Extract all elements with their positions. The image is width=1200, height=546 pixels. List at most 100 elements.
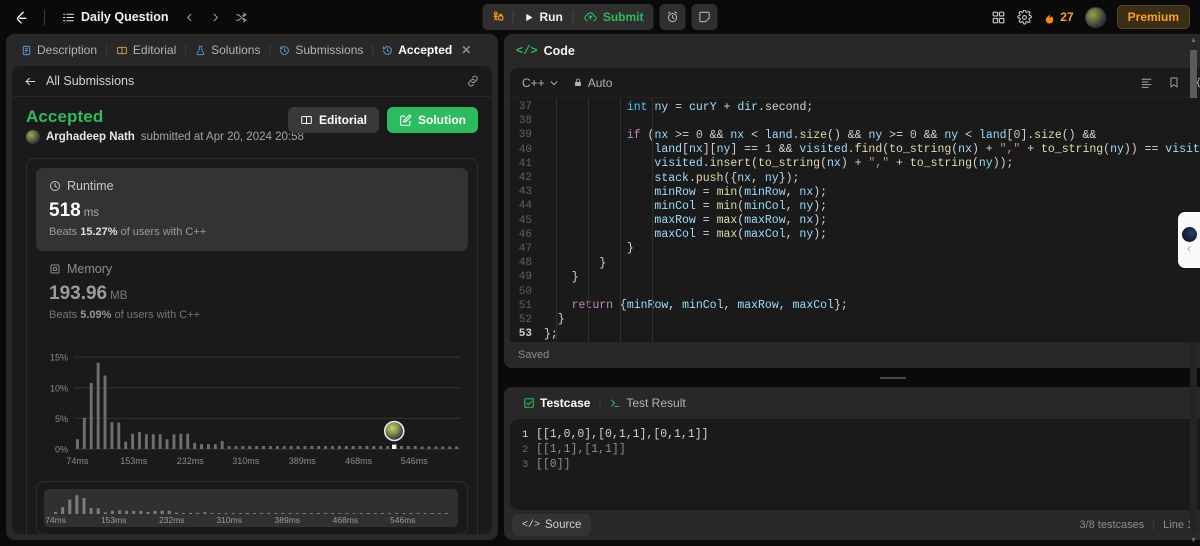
tab-test-result[interactable]: Test Result [602, 392, 692, 414]
grid-apps-icon[interactable] [991, 10, 1006, 25]
chart-bar[interactable] [193, 442, 197, 449]
chart-bar[interactable] [269, 445, 272, 449]
minimap-bar[interactable] [338, 513, 342, 514]
timer-button[interactable] [659, 4, 686, 30]
minimap-bar[interactable] [267, 513, 271, 514]
minimap-bar[interactable] [54, 511, 58, 514]
chart-bar[interactable] [406, 445, 410, 449]
chart-bar[interactable] [337, 445, 341, 449]
shuffle-icon[interactable] [232, 7, 252, 27]
chart-bar[interactable] [103, 375, 107, 449]
solution-button[interactable]: Solution [387, 107, 478, 133]
chart-bar[interactable] [275, 445, 279, 449]
minimap-bar[interactable] [317, 513, 321, 514]
source-button[interactable]: </> Source [512, 514, 592, 536]
chart-bar[interactable] [324, 445, 328, 449]
chart-bar[interactable] [399, 445, 403, 449]
chart-bar[interactable] [317, 445, 321, 449]
submit-button[interactable]: Submit [574, 4, 654, 30]
run-button[interactable]: Run [514, 4, 573, 30]
chart-bar[interactable] [255, 445, 259, 449]
chart-bar[interactable] [289, 445, 293, 449]
minimap-bar[interactable] [359, 513, 363, 514]
minimap-bar[interactable] [203, 512, 207, 514]
minimap-bar[interactable] [75, 495, 79, 514]
minimap-bar[interactable] [153, 510, 157, 514]
chart-bar[interactable] [379, 445, 383, 449]
minimap-bar[interactable] [245, 513, 249, 514]
minimap-bar[interactable] [125, 510, 129, 514]
chart-bar[interactable] [76, 439, 79, 449]
minimap-bar[interactable] [388, 513, 392, 514]
chart-bar[interactable] [96, 362, 100, 449]
chart-bar[interactable] [220, 441, 224, 449]
minimap-bar[interactable] [146, 511, 150, 514]
chart-bar[interactable] [144, 434, 148, 449]
chart-bar[interactable] [200, 444, 203, 449]
chart-bar[interactable] [213, 444, 217, 449]
chart-bar[interactable] [434, 446, 438, 449]
minimap-bar[interactable] [224, 513, 228, 514]
floating-assistant-toggle[interactable]: ‹ [1178, 212, 1200, 268]
editorial-button[interactable]: Editorial [287, 107, 379, 133]
chart-bar[interactable] [427, 446, 431, 449]
chart-bar[interactable] [165, 439, 169, 449]
leetcode-logo-icon[interactable] [10, 6, 32, 28]
minimap-bar[interactable] [309, 513, 313, 514]
minimap-bar[interactable] [196, 512, 200, 514]
minimap-bar[interactable] [331, 513, 335, 514]
chart-minimap[interactable]: 74ms 153ms 232ms 310ms 389ms 468ms 546ms [36, 481, 468, 534]
chart-bar[interactable] [420, 446, 424, 449]
minimap-bar[interactable] [352, 513, 356, 514]
minimap-bar[interactable] [82, 498, 86, 514]
minimap-bar[interactable] [366, 513, 370, 514]
chart-bar[interactable] [124, 441, 128, 449]
tab-editorial[interactable]: Editorial [109, 39, 183, 61]
chart-bar[interactable] [82, 417, 86, 449]
minimap-bar[interactable] [288, 513, 292, 514]
minimap-bar[interactable] [167, 510, 171, 514]
chart-bar[interactable] [413, 445, 417, 449]
language-selector[interactable]: C++ [522, 76, 559, 90]
runtime-distribution-chart[interactable]: 15% 10% 5% 0% 74ms 153ms 232ms 310ms 389ms 468ms 5… [36, 340, 468, 475]
chart-bar[interactable] [227, 445, 231, 449]
minimap-bar[interactable] [437, 513, 441, 514]
gear-icon[interactable] [1017, 9, 1033, 25]
panel-resize-handle[interactable] [504, 374, 1200, 381]
memory-metric[interactable]: Memory 193.96 MB Beats 5.09% of users wit… [36, 251, 468, 334]
chart-bar[interactable] [151, 434, 155, 449]
tab-solutions[interactable]: Solutions [188, 39, 267, 61]
minimap-bar[interactable] [423, 513, 427, 514]
chart-bar[interactable] [138, 431, 141, 449]
avatar[interactable] [1084, 6, 1106, 28]
format-icon[interactable] [1140, 76, 1153, 89]
chart-bar[interactable] [303, 445, 307, 449]
minimap-bar[interactable] [430, 513, 434, 514]
debugger-button[interactable] [483, 4, 513, 30]
minimap-bar[interactable] [89, 508, 93, 514]
minimap-bar[interactable] [231, 513, 235, 514]
link-icon[interactable] [466, 74, 480, 88]
auto-complete-toggle[interactable]: Auto [573, 76, 612, 90]
minimap-bar[interactable] [295, 513, 299, 514]
daily-question-button[interactable]: Daily Question [57, 7, 174, 27]
prev-question-icon[interactable] [180, 7, 200, 27]
minimap-bar[interactable] [402, 513, 406, 514]
tab-submissions[interactable]: Submissions [272, 39, 370, 61]
current-submission-marker[interactable] [392, 444, 397, 449]
chart-bar[interactable] [296, 445, 300, 449]
minimap-bar[interactable] [409, 513, 413, 514]
user-avatar-marker[interactable] [383, 420, 405, 442]
chart-bar[interactable] [372, 445, 376, 449]
minimap-bar[interactable] [160, 510, 164, 514]
minimap-bar[interactable] [103, 512, 107, 514]
bookmark-icon[interactable] [1168, 76, 1180, 89]
submitter-name[interactable]: Arghadeep Nath [46, 131, 135, 143]
chart-bar[interactable] [158, 434, 162, 449]
minimap-bar[interactable] [260, 513, 264, 514]
runtime-metric[interactable]: Runtime 518 ms Beats 15.27% of users with… [36, 168, 468, 251]
minimap-bar[interactable] [373, 513, 377, 514]
minimap-bar[interactable] [210, 513, 214, 514]
chart-bar[interactable] [241, 445, 245, 449]
minimap-bar[interactable] [416, 513, 420, 514]
